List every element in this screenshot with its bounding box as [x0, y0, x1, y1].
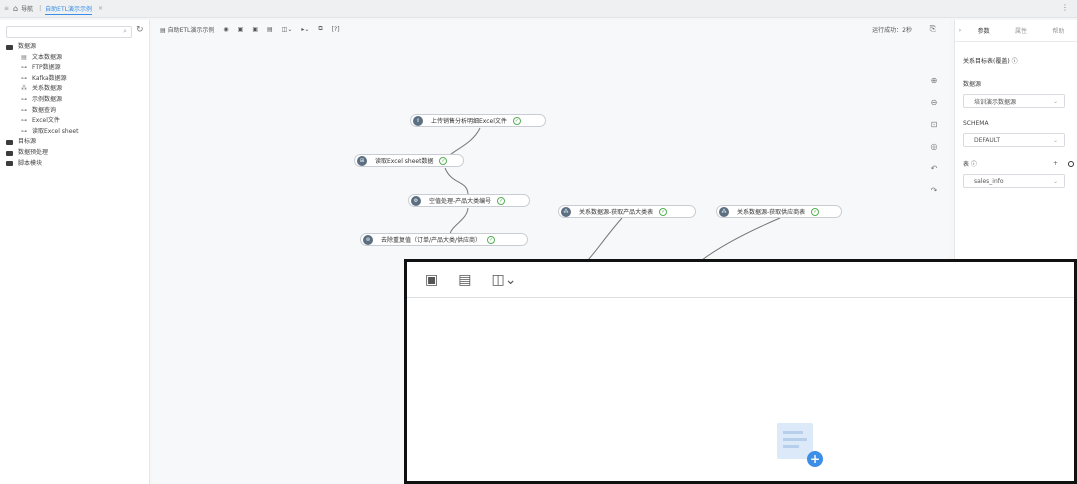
- schema-select[interactable]: DEFAULT ⌄: [963, 133, 1065, 147]
- datasource-label: 数据源: [963, 81, 982, 88]
- success-icon: ✓: [497, 196, 506, 205]
- top-bar: ≡ ⌂ 导航 | 自助ETL演示示例 × ⋮: [0, 0, 1077, 18]
- database-icon: ⁂: [561, 206, 571, 217]
- tree: 数据源 ▤ 文本数据源 ⊶ FTP数据源 ⊶ Kafka数据源 ⁂ 关系数据源 ⊶ 示例数…: [6, 42, 78, 169]
- success-icon: ✓: [487, 235, 496, 244]
- tree-item-relational-source[interactable]: ⁂ 关系数据源: [6, 84, 78, 95]
- tab-close-icon[interactable]: ×: [98, 5, 103, 12]
- search-icon: ⌕: [123, 27, 127, 35]
- kafka-icon: ⊶: [21, 74, 27, 82]
- sidebar: ⌕ ↻ 数据源 ▤ 文本数据源 ⊶ FTP数据源 ⊶ Kafka数据源 ⁂ 关系数据源 …: [0, 20, 150, 484]
- tree-item-read-excel-sheet[interactable]: ⊶ 读取Excel sheet: [6, 127, 78, 138]
- filter-icon: ⚙: [411, 195, 421, 206]
- nav-separator: |: [39, 5, 42, 12]
- redo-icon[interactable]: ↷: [928, 186, 940, 208]
- tree-item-ftp-source[interactable]: ⊶ FTP数据源: [6, 63, 78, 74]
- success-icon: ✓: [439, 156, 448, 165]
- canvas-zoom-tools: ⊕ ⊖ ⊡ ◎ ↶ ↷: [928, 76, 940, 208]
- folder-icon: [6, 150, 13, 156]
- search-input[interactable]: ⌕: [6, 26, 132, 38]
- save-as-icon[interactable]: ▤: [458, 272, 471, 288]
- target-icon[interactable]: [1068, 160, 1074, 167]
- tree-item-kafka-source[interactable]: ⊶ Kafka数据源: [6, 74, 78, 85]
- tab-etl-demo[interactable]: 自助ETL演示示例: [45, 3, 92, 15]
- node-upload-excel[interactable]: ⇪ 上传销售分析明细Excel文件 ✓: [410, 114, 546, 127]
- tree-item-text-source[interactable]: ▤ 文本数据源: [6, 53, 78, 64]
- home-icon[interactable]: ⌂: [13, 4, 18, 13]
- tree-item-datasource[interactable]: 数据源: [6, 42, 78, 53]
- folder-icon: [6, 140, 13, 146]
- tree-item-preprocess[interactable]: 数据预处理: [6, 148, 78, 159]
- report-dialog: ▣ ▤ ◫⌄ +: [404, 259, 1077, 484]
- node-supplier[interactable]: ⁂ 关系数据源-获取供应商表 ✓: [716, 205, 842, 218]
- tree-item-data-query[interactable]: ⊶ 数据查询: [6, 106, 78, 117]
- node-read-excel-sheet[interactable]: ⊞ 读取Excel sheet数据 ✓: [354, 154, 464, 167]
- undo-icon[interactable]: ↶: [928, 164, 940, 186]
- node-product-category[interactable]: ⁂ 关系数据源-获取产品大类表 ✓: [558, 205, 696, 218]
- view-dropdown-icon[interactable]: ◫⌄: [491, 272, 516, 288]
- datasource-select[interactable]: 培训演示数据源 ⌄: [963, 94, 1065, 108]
- add-icon[interactable]: +: [1053, 160, 1058, 167]
- query-icon: ⊶: [21, 106, 27, 114]
- tab-help[interactable]: 帮助: [1040, 26, 1077, 35]
- add-icon[interactable]: +: [807, 451, 823, 467]
- more-menu-icon[interactable]: ⋮: [1061, 3, 1069, 12]
- panel-content: 关系目标表(覆盖) ⓘ 数据源 培训演示数据源 ⌄ SCHEMA DEFAULT ⌄…: [963, 56, 1076, 200]
- tree-item-sample-source[interactable]: ⊶ 示例数据源: [6, 95, 78, 106]
- excel-icon: ⊶: [21, 117, 27, 125]
- locate-icon[interactable]: ◎: [928, 142, 940, 164]
- relation-icon: ⁂: [21, 85, 27, 93]
- tab-params[interactable]: 参数: [965, 26, 1002, 35]
- menu-icon[interactable]: ≡: [4, 5, 9, 12]
- node-null-handling[interactable]: ⚙ 空值处理-产品大类编号 ✓: [408, 194, 530, 207]
- tree-item-script-module[interactable]: 脚本模块: [6, 159, 78, 170]
- table-label: 表 ⓘ: [963, 161, 977, 168]
- sheet-icon: ⊞: [357, 155, 367, 166]
- success-icon: ✓: [811, 207, 820, 216]
- node-dedupe[interactable]: ⊜ 去除重复值（订单/产品大类/供应商） ✓: [360, 233, 528, 246]
- success-icon: ✓: [659, 207, 668, 216]
- chevron-down-icon: ⌄: [1052, 177, 1058, 185]
- tree-item-target[interactable]: 目标源: [6, 137, 78, 148]
- upload-icon: ⇪: [413, 115, 423, 126]
- folder-icon: [6, 161, 13, 167]
- database-icon: ⁂: [719, 206, 729, 217]
- dialog-toolbar: ▣ ▤ ◫⌄: [407, 262, 1074, 298]
- success-icon: ✓: [512, 116, 521, 125]
- ftp-icon: ⊶: [21, 64, 27, 72]
- tab-properties[interactable]: 属性: [1002, 26, 1039, 35]
- chevron-down-icon: ⌄: [1052, 136, 1058, 144]
- zoom-out-icon[interactable]: ⊖: [928, 98, 940, 120]
- chevron-down-icon: ⌄: [1052, 97, 1058, 105]
- save-icon[interactable]: ▣: [425, 272, 438, 288]
- text-icon: ▤: [21, 53, 27, 61]
- section-title: 关系目标表(覆盖) ⓘ: [963, 58, 1018, 65]
- panel-tabs: › 参数 属性 帮助: [955, 20, 1077, 42]
- collapse-icon[interactable]: ›: [955, 27, 965, 34]
- zoom-in-icon[interactable]: ⊕: [928, 76, 940, 98]
- dedupe-icon: ⊜: [363, 234, 373, 245]
- sheet-icon: ⊶: [21, 127, 27, 135]
- refresh-icon[interactable]: ↻: [136, 25, 144, 35]
- folder-icon: [6, 44, 13, 50]
- table-row-header: 表 ⓘ +: [963, 159, 1076, 168]
- add-content-placeholder[interactable]: +: [777, 423, 823, 473]
- sample-icon: ⊶: [21, 95, 27, 103]
- table-select[interactable]: sales_info ⌄: [963, 174, 1065, 188]
- nav-link[interactable]: 导航: [21, 4, 33, 13]
- schema-label: SCHEMA: [963, 120, 989, 127]
- fit-view-icon[interactable]: ⊡: [928, 120, 940, 142]
- tree-item-excel-file[interactable]: ⊶ Excel文件: [6, 116, 78, 127]
